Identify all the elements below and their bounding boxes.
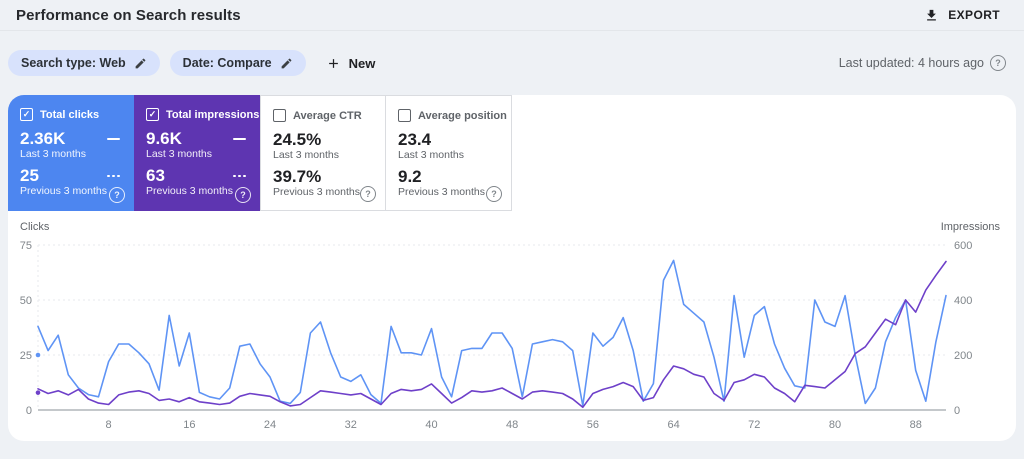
right-axis-tick: 200 bbox=[954, 350, 972, 362]
left-axis-tick: 25 bbox=[20, 350, 32, 362]
x-axis-tick: 48 bbox=[506, 419, 518, 431]
right-axis-title: Impressions bbox=[941, 221, 1001, 233]
previous-period-point bbox=[35, 390, 41, 395]
x-axis-tick: 88 bbox=[910, 419, 922, 431]
average-position-card[interactable]: Average position 23.4 Last 3 months 9.2 … bbox=[386, 95, 512, 211]
x-axis-tick: 24 bbox=[264, 419, 276, 431]
dotted-line-legend-icon bbox=[233, 174, 246, 178]
help-icon[interactable] bbox=[235, 187, 251, 203]
solid-line-legend-icon bbox=[107, 137, 120, 141]
metric-cards-row: Total clicks 2.36K Last 3 months 25 Prev… bbox=[8, 95, 1016, 211]
help-icon[interactable] bbox=[360, 186, 376, 202]
card-current-period: Last 3 months bbox=[273, 149, 339, 161]
help-icon[interactable] bbox=[109, 187, 125, 203]
pencil-icon bbox=[134, 57, 147, 70]
left-axis-tick: 50 bbox=[20, 295, 32, 307]
left-axis-tick: 75 bbox=[20, 240, 32, 252]
download-icon bbox=[924, 8, 939, 23]
last-updated: Last updated: 4 hours ago bbox=[839, 55, 1006, 71]
dotted-line-legend-icon bbox=[107, 174, 120, 178]
card-previous-value: 39.7% bbox=[273, 167, 322, 186]
card-current-value: 9.6K bbox=[146, 129, 182, 148]
x-axis-tick: 8 bbox=[106, 419, 112, 431]
x-axis-tick: 40 bbox=[425, 419, 437, 431]
right-axis-tick: 400 bbox=[954, 295, 972, 307]
card-current-period: Last 3 months bbox=[146, 148, 212, 160]
performance-line-chart[interactable]: Clicks Impressions 0 25 50 75 0 200 400 600 8 16 24 3… bbox=[8, 217, 1016, 435]
x-axis-tick: 32 bbox=[345, 419, 357, 431]
card-current-period: Last 3 months bbox=[398, 149, 464, 161]
card-current-value: 24.5% bbox=[273, 130, 322, 149]
card-current-period: Last 3 months bbox=[20, 148, 86, 160]
total-impressions-card[interactable]: Total impressions 9.6K Last 3 months 63 … bbox=[134, 95, 260, 211]
right-axis-tick: 600 bbox=[954, 240, 972, 252]
checkbox-checked-icon[interactable] bbox=[146, 108, 159, 121]
export-label: EXPORT bbox=[948, 8, 1000, 22]
card-current-value: 23.4 bbox=[398, 130, 432, 149]
page-title: Performance on Search results bbox=[16, 6, 241, 24]
checkbox-unchecked-icon[interactable] bbox=[398, 109, 411, 122]
checkbox-unchecked-icon[interactable] bbox=[273, 109, 286, 122]
help-icon[interactable] bbox=[486, 186, 502, 202]
export-button[interactable]: EXPORT bbox=[918, 4, 1006, 27]
top-bar: Performance on Search results EXPORT bbox=[0, 0, 1024, 31]
card-previous-value: 63 bbox=[146, 166, 165, 185]
card-label: Average CTR bbox=[293, 109, 362, 122]
right-axis-tick: 0 bbox=[954, 405, 960, 417]
card-current-value: 2.36K bbox=[20, 129, 66, 148]
plus-icon bbox=[326, 56, 341, 71]
performance-panel: Total clicks 2.36K Last 3 months 25 Prev… bbox=[8, 95, 1016, 441]
new-filter-button[interactable]: New bbox=[316, 52, 386, 75]
date-chip[interactable]: Date: Compare bbox=[169, 50, 306, 76]
new-filter-label: New bbox=[348, 55, 376, 71]
series-line bbox=[37, 259, 947, 407]
card-label: Total impressions bbox=[166, 108, 260, 121]
card-label: Total clicks bbox=[40, 108, 100, 121]
search-type-chip[interactable]: Search type: Web bbox=[8, 50, 160, 76]
total-clicks-card[interactable]: Total clicks 2.36K Last 3 months 25 Prev… bbox=[8, 95, 134, 211]
card-previous-value: 25 bbox=[20, 166, 39, 185]
x-axis-tick: 16 bbox=[183, 419, 195, 431]
chart-area: Clicks Impressions 0 25 50 75 0 200 400 600 8 16 24 3… bbox=[8, 211, 1016, 440]
x-axis-tick: 64 bbox=[667, 419, 679, 431]
pencil-icon bbox=[280, 57, 293, 70]
filter-row: Search type: Web Date: Compare New Last … bbox=[0, 31, 1024, 95]
previous-period-point bbox=[35, 352, 41, 358]
left-axis-tick: 0 bbox=[26, 405, 32, 417]
card-label: Average position bbox=[418, 109, 507, 122]
card-previous-value: 9.2 bbox=[398, 167, 422, 186]
x-axis-tick: 72 bbox=[748, 419, 760, 431]
x-axis-tick: 56 bbox=[587, 419, 599, 431]
checkbox-checked-icon[interactable] bbox=[20, 108, 33, 121]
last-updated-text: Last updated: 4 hours ago bbox=[838, 56, 984, 70]
solid-line-legend-icon bbox=[233, 137, 246, 141]
search-type-chip-label: Search type: Web bbox=[21, 56, 126, 70]
left-axis-title: Clicks bbox=[20, 221, 50, 233]
average-ctr-card[interactable]: Average CTR 24.5% Last 3 months 39.7% Pr… bbox=[260, 95, 386, 211]
help-icon[interactable] bbox=[990, 55, 1006, 71]
x-axis-tick: 80 bbox=[829, 419, 841, 431]
date-chip-label: Date: Compare bbox=[182, 56, 272, 70]
